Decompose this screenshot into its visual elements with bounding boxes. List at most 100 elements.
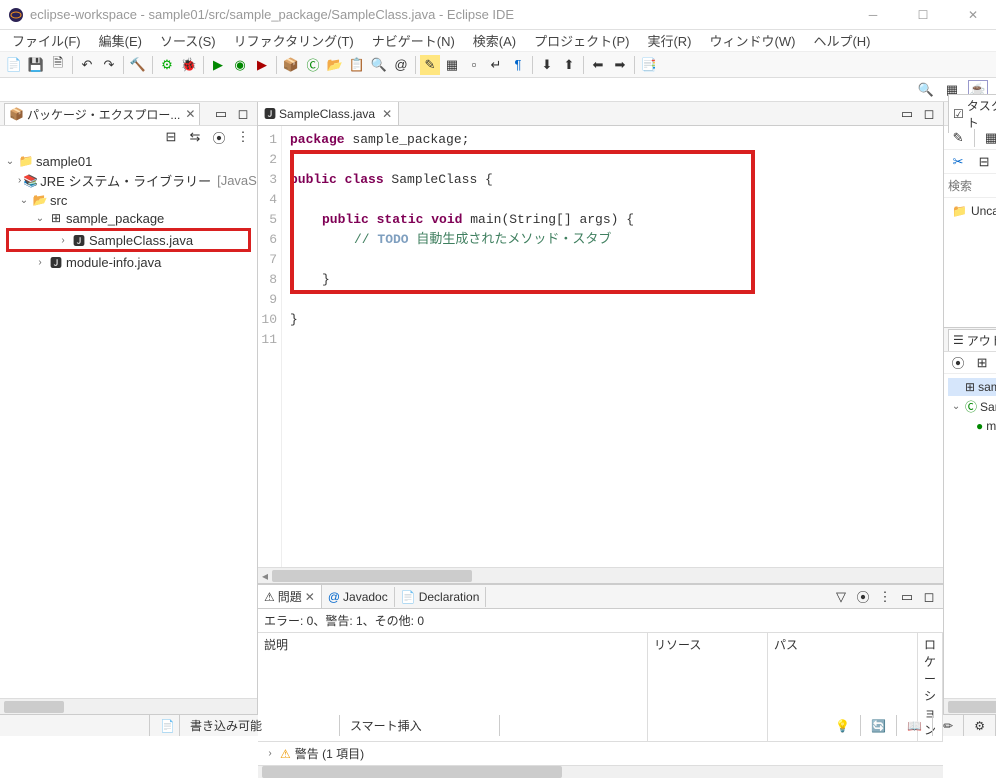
file-moduleinfo[interactable]: › 🅹 module-info.java — [2, 253, 255, 271]
view-menu-icon[interactable]: ⋮ — [875, 587, 895, 607]
chevron-down-icon[interactable]: ⌄ — [950, 401, 962, 413]
menu-navigate[interactable]: ナビゲート(N) — [364, 29, 463, 52]
tab-problems[interactable]: ⚠ 問題 ✕ — [258, 585, 322, 608]
file-sampleclass[interactable]: › 🅹 SampleClass.java — [6, 228, 251, 252]
new-icon[interactable]: 📄 — [4, 55, 24, 75]
toggle-mark-icon[interactable]: ✎ — [420, 55, 440, 75]
status-tip-icon[interactable]: 💡 — [825, 715, 861, 736]
status-edit-icon[interactable]: ✏ — [933, 715, 964, 736]
focus-icon[interactable]: ⦿ — [948, 353, 968, 373]
status-icon[interactable]: 📄 — [150, 715, 180, 736]
focus-icon[interactable]: ⦿ — [853, 587, 873, 607]
toggle-block-icon[interactable]: ▦ — [442, 55, 462, 75]
toggle-word-wrap-icon[interactable]: ↵ — [486, 55, 506, 75]
problems-row-warnings[interactable]: › ⚠ 警告 (1 項目) — [258, 742, 943, 765]
undo-icon[interactable]: ↶ — [77, 55, 97, 75]
minimize-view-icon[interactable]: ▭ — [211, 104, 231, 124]
coverage-icon[interactable]: ◉ — [230, 55, 250, 75]
problems-scrollbar[interactable] — [258, 765, 943, 778]
maximize-view-icon[interactable]: ◻ — [919, 587, 939, 607]
maximize-editor-icon[interactable]: ◻ — [919, 104, 939, 124]
menu-source[interactable]: ソース(S) — [152, 29, 224, 52]
package-node[interactable]: ⌄ ⊞ sample_package — [2, 209, 255, 227]
quick-search-icon[interactable]: 🔍 — [916, 80, 936, 100]
outline-class[interactable]: ⌄ Ⓒ SampleClass — [948, 396, 996, 417]
close-icon[interactable]: ✕ — [305, 590, 315, 604]
close-button[interactable]: ✕ — [958, 5, 988, 25]
package-explorer-tab[interactable]: 📦 パッケージ・エクスプロー... ✕ — [4, 103, 200, 125]
pin-icon[interactable]: ¶ — [508, 55, 528, 75]
task-search-input[interactable] — [948, 179, 996, 193]
collapse-icon[interactable]: ⊟ — [974, 152, 994, 172]
scrollbar-horizontal[interactable] — [0, 698, 257, 714]
close-icon[interactable]: ✕ — [185, 107, 195, 121]
prev-annotation-icon[interactable]: ⬆ — [559, 55, 579, 75]
maximize-view-icon[interactable]: ◻ — [233, 104, 253, 124]
chevron-down-icon[interactable]: ⌄ — [4, 155, 16, 167]
annotation-icon[interactable]: @ — [391, 55, 411, 75]
new-task-icon[interactable]: ✎ — [948, 128, 968, 148]
menu-file[interactable]: ファイル(F) — [4, 29, 89, 52]
show-whitespace-icon[interactable]: ▫ — [464, 55, 484, 75]
chevron-right-icon[interactable]: › — [264, 748, 276, 760]
run-icon[interactable]: ▶ — [208, 55, 228, 75]
back-icon[interactable]: ⬅ — [588, 55, 608, 75]
minimize-button[interactable]: ─ — [858, 5, 888, 25]
new-package-icon[interactable]: 📦 — [281, 55, 301, 75]
editor-body[interactable]: 1 2 3 4 5 6 7 8 9 10 11 package sample_p… — [258, 126, 943, 567]
src-node[interactable]: ⌄ 📂 src — [2, 191, 255, 209]
collapse-all-icon[interactable]: ⊟ — [161, 127, 181, 147]
menu-run[interactable]: 実行(R) — [639, 29, 699, 52]
outline-tab[interactable]: ☰ アウトライン ✕ — [948, 329, 996, 351]
tab-javadoc[interactable]: @ Javadoc — [322, 587, 395, 607]
close-icon[interactable]: ✕ — [382, 107, 392, 121]
debug-config-icon[interactable]: ⚙ — [157, 55, 177, 75]
redo-icon[interactable]: ↷ — [99, 55, 119, 75]
hide-icon[interactable]: ✂ — [948, 152, 968, 172]
save-icon[interactable]: 💾 — [26, 55, 46, 75]
next-annotation-icon[interactable]: ⬇ — [537, 55, 557, 75]
chevron-right-icon[interactable]: › — [34, 256, 46, 268]
menu-edit[interactable]: 編集(E) — [91, 29, 150, 52]
categorize-icon[interactable]: ▦ — [981, 128, 996, 148]
open-task-icon[interactable]: 📋 — [347, 55, 367, 75]
view-menu-icon[interactable]: ⋮ — [233, 127, 253, 147]
chevron-right-icon[interactable]: › — [18, 175, 21, 187]
sort-icon[interactable]: ⊞ — [972, 353, 992, 373]
minimize-editor-icon[interactable]: ▭ — [897, 104, 917, 124]
link-editor-icon[interactable]: ⇆ — [185, 127, 205, 147]
task-uncategorized[interactable]: 📁 Uncategorized — [948, 202, 996, 220]
chevron-down-icon[interactable]: ⌄ — [18, 194, 30, 206]
menu-window[interactable]: ウィンドウ(W) — [702, 29, 804, 52]
outline-scrollbar[interactable] — [944, 698, 996, 714]
tab-declaration[interactable]: 📄 Declaration — [395, 587, 487, 607]
save-all-icon[interactable]: 🗎 — [48, 55, 68, 75]
maximize-button[interactable]: ☐ — [908, 5, 938, 25]
forward-icon[interactable]: ➡ — [610, 55, 630, 75]
filter-icon[interactable]: ▽ — [831, 587, 851, 607]
run-last-icon[interactable]: ▶ — [252, 55, 272, 75]
menu-project[interactable]: プロジェクト(P) — [526, 29, 637, 52]
search-icon[interactable]: 🔍 — [369, 55, 389, 75]
outline-method[interactable]: ● main(String[]) : v — [948, 417, 996, 435]
chevron-down-icon[interactable]: ⌄ — [34, 212, 46, 224]
project-node[interactable]: ⌄ 📁 sample01 — [2, 152, 255, 170]
jre-node[interactable]: › 📚 JRE システム・ライブラリー [JavaS — [2, 170, 255, 191]
chevron-right-icon[interactable]: › — [57, 234, 69, 246]
menu-refactor[interactable]: リファクタリング(T) — [226, 29, 362, 52]
menu-search[interactable]: 検索(A) — [465, 29, 524, 52]
debug-icon[interactable]: 🐞 — [179, 55, 199, 75]
perspective-icon[interactable]: 📑 — [639, 55, 659, 75]
focus-task-icon[interactable]: ⦿ — [209, 127, 229, 147]
build-icon[interactable]: 🔨 — [128, 55, 148, 75]
status-gear-icon[interactable]: ⚙ — [964, 715, 996, 736]
editor-tab-sampleclass[interactable]: 🅹 SampleClass.java ✕ — [258, 102, 399, 125]
outline-package[interactable]: ⊞ sample_package — [948, 378, 996, 396]
new-class-icon[interactable]: Ⓒ — [303, 55, 323, 75]
open-type-icon[interactable]: 📂 — [325, 55, 345, 75]
minimize-view-icon[interactable]: ▭ — [897, 587, 917, 607]
status-sync-icon[interactable]: 🔄 — [861, 715, 897, 736]
menu-help[interactable]: ヘルプ(H) — [805, 29, 878, 52]
code-area[interactable]: package sample_package; public class Sam… — [282, 126, 943, 567]
col-resource[interactable]: リソース — [648, 633, 768, 741]
